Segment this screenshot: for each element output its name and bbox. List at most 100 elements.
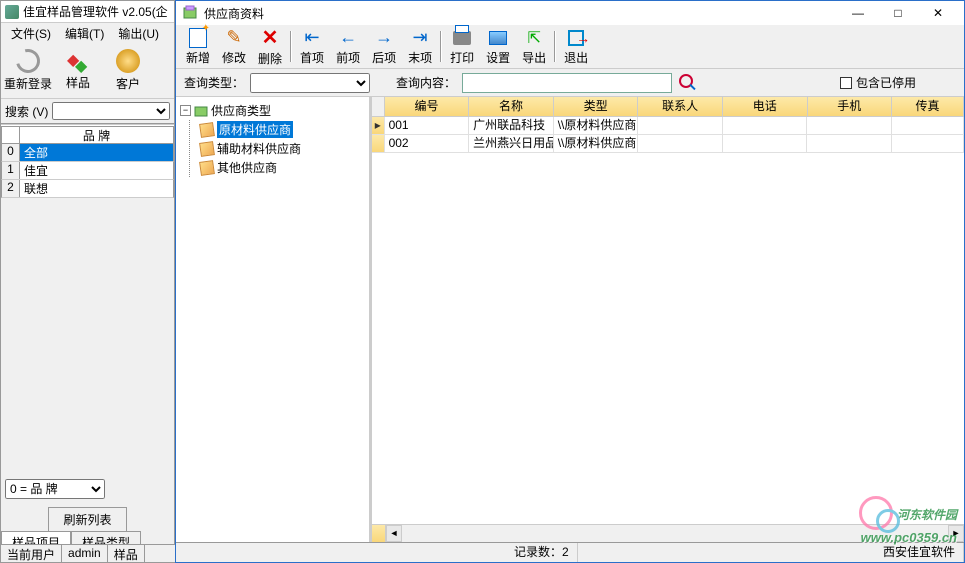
status-user-value: admin	[62, 545, 108, 562]
relogin-button[interactable]: 重新登录	[3, 45, 53, 96]
cell-fax	[892, 117, 964, 135]
grid-header-type[interactable]: 类型	[554, 97, 639, 117]
edit-button[interactable]: ✎修改	[216, 27, 252, 66]
sample-label: 样品	[66, 74, 90, 91]
menu-file[interactable]: 文件(S)	[5, 23, 57, 44]
cell-id: 002	[385, 135, 470, 153]
exit-button[interactable]: 退出	[558, 27, 594, 66]
grid-header-name[interactable]: 名称	[469, 97, 554, 117]
supplier-titlebar[interactable]: 供应商资料 — □ ✕	[176, 1, 964, 25]
supplier-grid: 编号 名称 类型 联系人 电话 手机 传真 ▸ 001 广州联品科技 \\原材料…	[372, 97, 964, 542]
sample-icon	[67, 50, 89, 72]
include-disabled-wrap[interactable]: 包含已停用	[840, 74, 916, 91]
include-disabled-label: 包含已停用	[856, 74, 916, 91]
brand-row[interactable]: 0全部	[1, 144, 174, 162]
tree-item-aux-material[interactable]: 辅助材料供应商	[200, 139, 365, 158]
table-row[interactable]: ▸ 001 广州联品科技 \\原材料供应商	[372, 117, 964, 135]
exit-icon	[568, 30, 584, 46]
brand-row-index: 0	[2, 144, 20, 161]
search-label: 搜索 (V)	[5, 103, 48, 120]
toolbar-separator	[554, 31, 556, 62]
grid-header-id[interactable]: 编号	[385, 97, 470, 117]
main-app-window: 佳宜样品管理软件 v2.05(企 文件(S) 编辑(T) 输出(U) 重新登录 …	[0, 0, 175, 563]
scroll-track[interactable]	[402, 525, 948, 542]
print-button[interactable]: 打印	[444, 27, 480, 66]
grid-hscrollbar[interactable]: ◄ ►	[372, 524, 964, 542]
cell-name: 广州联品科技	[469, 117, 554, 135]
edit-icon: ✎	[223, 27, 245, 48]
grid-body: ▸ 001 广州联品科技 \\原材料供应商 002 兰州燕兴日用品 \\原材料供…	[372, 117, 964, 153]
brand-grid-header: 品 牌	[1, 126, 174, 144]
maximize-button[interactable]: □	[878, 1, 918, 25]
cell-phone	[723, 135, 808, 153]
supplier-body: − 供应商类型 原材料供应商 辅助材料供应商 其他供应商	[176, 97, 964, 542]
settings-button[interactable]: 设置	[480, 27, 516, 66]
query-type-label: 查询类型：	[184, 74, 244, 91]
toolbar-separator	[440, 31, 442, 62]
grid-header-contact[interactable]: 联系人	[638, 97, 723, 117]
tree-children: 原材料供应商 辅助材料供应商 其他供应商	[189, 120, 365, 177]
delete-label: 删除	[258, 50, 282, 67]
new-icon	[189, 28, 207, 48]
grid-header-mobile[interactable]: 手机	[808, 97, 893, 117]
include-disabled-checkbox[interactable]	[840, 77, 852, 89]
customer-icon	[116, 49, 140, 73]
row-marker	[372, 135, 385, 153]
tree-collapse-icon[interactable]: −	[180, 105, 191, 116]
scroll-left-icon[interactable]: ◄	[386, 525, 402, 542]
query-type-select[interactable]	[250, 73, 370, 93]
scroll-right-icon[interactable]: ►	[948, 525, 964, 542]
filter-select[interactable]: 0 = 品 牌	[5, 479, 105, 499]
settings-label: 设置	[486, 49, 510, 66]
export-icon: ⇱	[523, 27, 545, 48]
menu-edit[interactable]: 编辑(T)	[59, 23, 110, 44]
export-button[interactable]: ⇱导出	[516, 27, 552, 66]
tree-item-other[interactable]: 其他供应商	[200, 158, 365, 177]
next-button[interactable]: →后项	[366, 27, 402, 66]
app-icon	[5, 5, 19, 19]
delete-button[interactable]: ✕删除	[252, 27, 288, 66]
exit-label: 退出	[564, 49, 588, 66]
supplier-window-icon	[182, 5, 198, 21]
folder-icon	[194, 104, 208, 118]
print-icon	[453, 31, 471, 45]
first-button[interactable]: ⇤首项	[294, 27, 330, 66]
brand-row[interactable]: 2联想	[1, 180, 174, 198]
sample-button[interactable]: 样品	[53, 45, 103, 96]
supplier-status-bar: 记录数：2 西安佳宜软件	[176, 542, 964, 562]
minimize-button[interactable]: —	[838, 1, 878, 25]
new-button[interactable]: 新增	[180, 27, 216, 66]
supplier-toolbar: 新增 ✎修改 ✕删除 ⇤首项 ←前项 →后项 ⇥末项 打印 设置 ⇱导出 退出	[176, 25, 964, 69]
tree-root[interactable]: − 供应商类型	[180, 101, 365, 120]
new-label: 新增	[186, 49, 210, 66]
main-titlebar: 佳宜样品管理软件 v2.05(企	[1, 1, 174, 23]
cell-fax	[892, 135, 964, 153]
edit-label: 修改	[222, 49, 246, 66]
last-icon: ⇥	[409, 27, 431, 48]
delete-icon: ✕	[259, 27, 281, 49]
cell-contact	[638, 117, 723, 135]
close-button[interactable]: ✕	[918, 1, 958, 25]
table-row[interactable]: 002 兰州燕兴日用品 \\原材料供应商	[372, 135, 964, 153]
customer-button[interactable]: 客户	[103, 45, 153, 96]
tree-item-raw-material[interactable]: 原材料供应商	[200, 120, 365, 139]
supplier-window: 供应商资料 — □ ✕ 新增 ✎修改 ✕删除 ⇤首项 ←前项 →后项 ⇥末项 打…	[175, 0, 965, 563]
supplier-type-tree: − 供应商类型 原材料供应商 辅助材料供应商 其他供应商	[176, 97, 372, 542]
cell-phone	[723, 117, 808, 135]
leaf-icon	[199, 122, 215, 138]
prev-button[interactable]: ←前项	[330, 27, 366, 66]
brand-row[interactable]: 1佳宜	[1, 162, 174, 180]
tree-item-label: 辅助材料供应商	[217, 140, 301, 157]
main-toolbar: 重新登录 样品 客户	[1, 43, 174, 99]
query-content-input[interactable]	[462, 73, 672, 93]
customer-label: 客户	[116, 75, 140, 92]
menu-output[interactable]: 输出(U)	[112, 23, 165, 44]
last-button[interactable]: ⇥末项	[402, 27, 438, 66]
grid-header-fax[interactable]: 传真	[892, 97, 964, 117]
search-icon[interactable]	[678, 73, 698, 93]
search-select[interactable]	[52, 102, 170, 120]
first-icon: ⇤	[301, 27, 323, 48]
prev-icon: ←	[337, 27, 359, 48]
grid-header-phone[interactable]: 电话	[723, 97, 808, 117]
refresh-button[interactable]: 刷新列表	[48, 507, 126, 532]
